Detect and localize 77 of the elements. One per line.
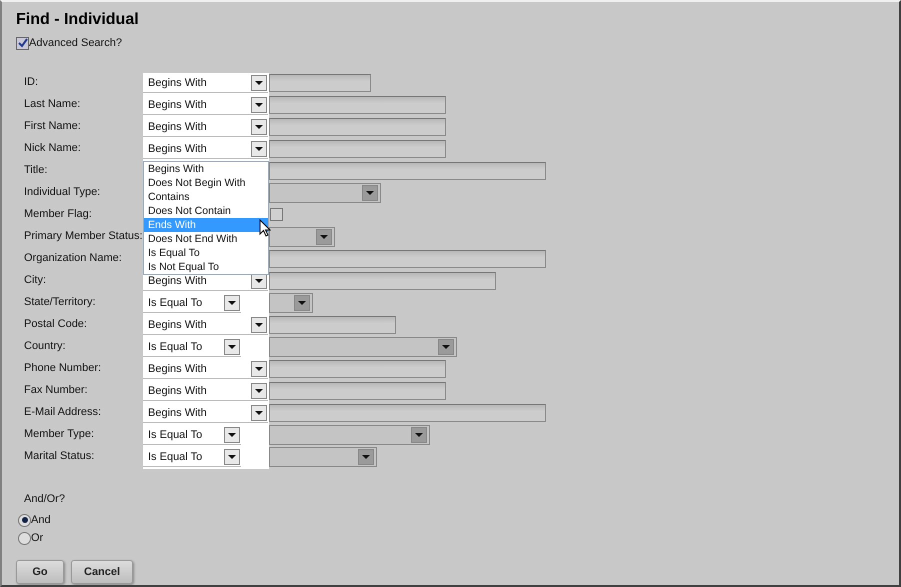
caret-icon <box>442 345 450 349</box>
text-field[interactable] <box>269 140 446 158</box>
operator-dropdown[interactable]: Begins With <box>143 140 268 159</box>
caret-icon <box>320 235 328 239</box>
caret-icon <box>415 433 423 437</box>
value-dropdown[interactable] <box>269 425 430 445</box>
value-dropdown[interactable] <box>269 183 381 203</box>
action-button[interactable]: Cancel <box>71 560 134 584</box>
caret-icon <box>255 81 263 85</box>
radio-button[interactable] <box>18 532 31 544</box>
field-label: Member Flag: <box>24 207 93 222</box>
caret-icon <box>255 147 263 151</box>
field-label: First Name: <box>24 119 82 134</box>
field-label: Country: <box>24 339 67 354</box>
field-label: Nick Name: <box>24 141 82 156</box>
operator-dropdown[interactable]: Is Equal To <box>143 448 241 467</box>
text-field[interactable] <box>269 250 546 268</box>
operator-dropdown[interactable]: Begins With <box>143 382 268 401</box>
caret-icon <box>255 279 263 283</box>
text-field[interactable] <box>269 272 496 290</box>
caret-icon <box>255 125 263 129</box>
text-field[interactable] <box>269 382 446 400</box>
radio-label: Or <box>31 532 44 544</box>
text-field[interactable] <box>269 404 546 422</box>
operator-dropdown[interactable]: Is Equal To <box>143 338 241 357</box>
caret-icon <box>255 411 263 415</box>
checkbox[interactable] <box>270 208 283 221</box>
checkbox[interactable] <box>16 36 29 50</box>
field-label: Phone Number: <box>24 361 102 376</box>
operator-dropdown[interactable]: Begins With <box>143 316 268 335</box>
caret-icon <box>255 389 263 393</box>
operator-dropdown[interactable]: Begins With <box>143 96 268 115</box>
caret-icon <box>228 433 236 437</box>
field-label: State/Territory: <box>24 295 97 310</box>
caret-icon <box>255 103 263 107</box>
field-label: Individual Type: <box>24 185 102 200</box>
operator-dropdown[interactable]: Begins With <box>143 118 268 137</box>
field-label: ID: <box>24 75 40 90</box>
field-label: Primary Member Status: <box>24 229 143 244</box>
field-label: E-Mail Address: <box>24 405 102 420</box>
field-label: Organization Name: <box>24 251 123 266</box>
value-dropdown[interactable] <box>269 337 457 357</box>
caret-icon <box>255 323 263 327</box>
operator-dropdown[interactable]: Begins With <box>143 404 268 423</box>
field-label: Fax Number: <box>24 383 89 398</box>
field-label: Member Type: <box>24 427 96 442</box>
value-dropdown[interactable] <box>269 227 335 247</box>
text-field[interactable] <box>269 360 446 378</box>
text-field[interactable] <box>269 74 371 92</box>
caret-icon <box>298 301 306 305</box>
field-label: City: <box>24 273 47 288</box>
window-title: Find - Individual <box>16 10 140 30</box>
text-field[interactable] <box>269 316 396 334</box>
radio-label: And <box>31 514 51 526</box>
field-label: Title: <box>24 163 48 178</box>
action-button[interactable]: Go <box>16 560 64 584</box>
checkbox-label: Advanced Search? <box>29 37 122 49</box>
text-field[interactable] <box>269 162 546 180</box>
operator-dropdown[interactable]: Begins With <box>143 360 268 379</box>
value-dropdown[interactable] <box>269 447 377 467</box>
value-dropdown[interactable] <box>269 293 313 313</box>
field-label: Last Name: <box>24 97 82 112</box>
caret-icon <box>228 455 236 459</box>
text-field[interactable] <box>269 118 446 136</box>
radio-button[interactable] <box>18 514 31 526</box>
caret-icon <box>362 455 370 459</box>
caret-icon <box>228 301 236 305</box>
operator-dropdown[interactable]: Is Equal To <box>143 294 241 313</box>
group-label: And/Or? <box>24 493 65 505</box>
caret-icon <box>255 367 263 371</box>
operator-dropdown[interactable]: Begins With <box>143 74 268 93</box>
operator-dropdown[interactable]: Is Equal To <box>143 426 241 445</box>
field-label: Marital Status: <box>24 449 96 464</box>
caret-icon <box>228 345 236 349</box>
text-field[interactable] <box>269 96 446 114</box>
caret-icon <box>366 191 374 195</box>
field-label: Postal Code: <box>24 317 88 332</box>
